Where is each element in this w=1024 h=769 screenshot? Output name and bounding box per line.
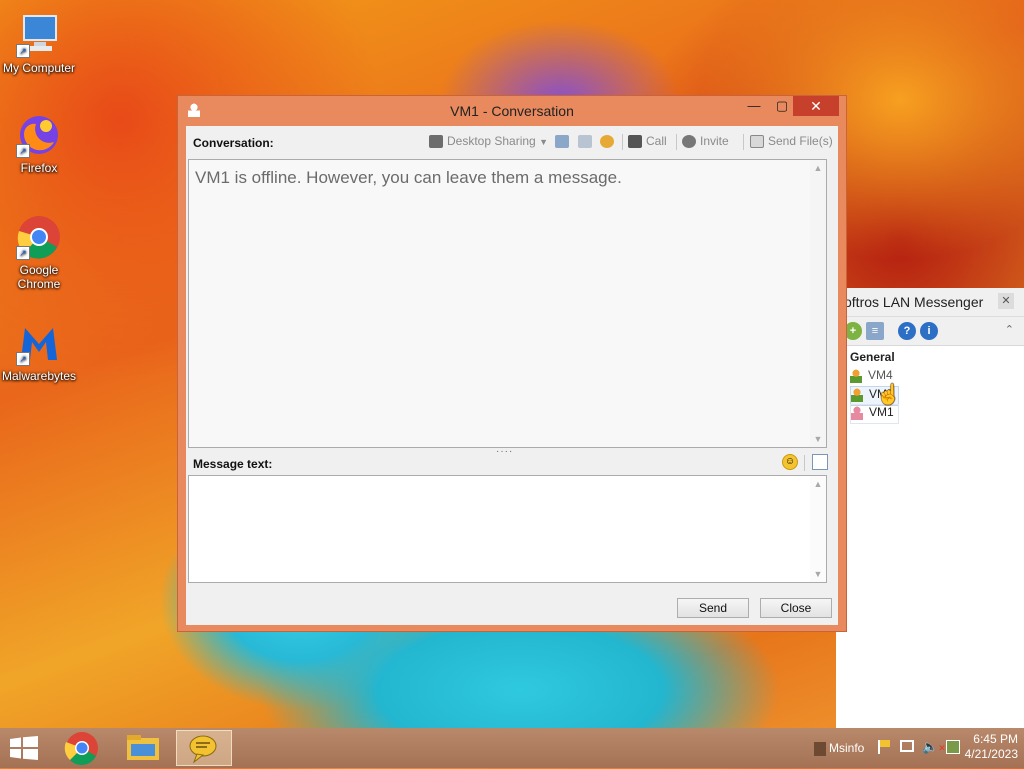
desktop-sharing-icon bbox=[429, 135, 443, 149]
lan-toolbar: + ≡ ? i ⌃ bbox=[836, 317, 1024, 346]
group-general[interactable]: General bbox=[850, 350, 895, 364]
message-input[interactable]: ▲ ▼ bbox=[188, 475, 827, 583]
clock[interactable]: 6:45 PM 4/21/2023 bbox=[952, 732, 1018, 762]
lan-messenger-window: oftros LAN Messenger ✕ + ≡ ? i ⌃ General… bbox=[836, 288, 1024, 728]
font-settings-button[interactable] bbox=[812, 454, 828, 470]
history-button[interactable] bbox=[555, 132, 573, 150]
history-icon[interactable]: ≡ bbox=[866, 322, 884, 340]
taskbar: Msinfo 🔈✕ 6:45 PM 4/21/2023 bbox=[0, 728, 1024, 768]
computer-icon: ↗ bbox=[16, 12, 62, 58]
windows-icon bbox=[10, 736, 38, 760]
desktop-icon-my-computer[interactable]: ↗ My Computer bbox=[1, 12, 77, 75]
clock-date: 4/21/2023 bbox=[964, 747, 1018, 761]
toolbar-separator bbox=[622, 134, 623, 150]
volume-muted-icon[interactable]: 🔈✕ bbox=[922, 739, 946, 755]
maximize-button[interactable]: ▢ bbox=[768, 96, 796, 116]
close-dialog-button[interactable]: Close bbox=[760, 598, 832, 618]
scroll-down-icon[interactable]: ▼ bbox=[810, 431, 826, 447]
taskbar-file-explorer[interactable] bbox=[117, 730, 169, 766]
conversation-window: VM1 - Conversation — ▢ ✕ Conversation: D… bbox=[177, 95, 847, 632]
conversation-log[interactable]: VM1 is offline. However, you can leave t… bbox=[188, 159, 827, 448]
gear-icon bbox=[600, 135, 614, 149]
scroll-down-icon[interactable]: ▼ bbox=[810, 566, 826, 582]
invite-button[interactable]: Invite bbox=[682, 132, 729, 150]
contact-name: VM1 bbox=[869, 405, 894, 419]
conversation-body: Conversation: Desktop Sharing ▼ Call Inv… bbox=[186, 126, 838, 625]
network-icon[interactable] bbox=[900, 740, 914, 752]
splitter-handle[interactable]: ···· bbox=[496, 446, 513, 457]
chrome-icon bbox=[64, 732, 98, 765]
offline-notice: VM1 is offline. However, you can leave t… bbox=[195, 168, 622, 187]
info-button[interactable] bbox=[578, 132, 596, 150]
toolbar-separator bbox=[804, 455, 805, 471]
desktop-icon-label: Google Chrome bbox=[17, 263, 61, 291]
flag-icon[interactable] bbox=[878, 740, 892, 754]
chevron-down-icon: ▼ bbox=[539, 137, 548, 147]
info-document-icon bbox=[578, 135, 592, 149]
conversation-label: Conversation: bbox=[193, 136, 274, 150]
malwarebytes-icon: ↗ bbox=[16, 320, 62, 366]
message-text-label: Message text: bbox=[193, 457, 273, 471]
message-scrollbar[interactable]: ▲ ▼ bbox=[810, 476, 826, 582]
mouse-cursor-icon: ☝ bbox=[876, 384, 901, 406]
user-online-icon bbox=[851, 387, 863, 402]
folder-icon bbox=[127, 735, 159, 760]
conversation-titlebar[interactable]: VM1 - Conversation — ▢ ✕ bbox=[178, 96, 846, 124]
desktop-icon-label: Firefox bbox=[20, 161, 58, 175]
call-button[interactable]: Call bbox=[628, 132, 667, 150]
send-files-button[interactable]: Send File(s) bbox=[750, 132, 833, 150]
desktop-sharing-button[interactable]: Desktop Sharing ▼ bbox=[429, 132, 548, 150]
desktop-icon-label: Malwarebytes bbox=[1, 369, 77, 383]
collapse-icon[interactable]: ⌃ bbox=[1005, 323, 1014, 336]
taskbar-chrome[interactable] bbox=[56, 730, 108, 766]
user-offline-icon bbox=[851, 405, 863, 420]
start-button[interactable] bbox=[10, 736, 38, 760]
msinfo-tray-button[interactable]: Msinfo bbox=[814, 739, 874, 757]
system-tray: Msinfo 🔈✕ 6:45 PM 4/21/2023 bbox=[812, 728, 1024, 768]
emoticon-button[interactable]: ☺ bbox=[782, 454, 798, 470]
desktop-icon-label: My Computer bbox=[2, 61, 76, 75]
contact-name: VM4 bbox=[868, 368, 893, 382]
desktop-icon-firefox[interactable]: ↗ Firefox bbox=[1, 112, 77, 175]
msinfo-icon bbox=[814, 741, 826, 756]
scroll-up-icon[interactable]: ▲ bbox=[810, 160, 826, 176]
chat-bubble-icon bbox=[189, 735, 217, 764]
toolbar-separator bbox=[676, 134, 677, 150]
help-icon[interactable]: ? bbox=[898, 322, 916, 340]
firefox-icon: ↗ bbox=[16, 112, 62, 158]
info-icon[interactable]: i bbox=[920, 322, 938, 340]
camera-icon bbox=[628, 135, 642, 149]
send-button[interactable]: Send bbox=[677, 598, 749, 618]
clock-time: 6:45 PM bbox=[973, 732, 1018, 746]
lan-titlebar: oftros LAN Messenger ✕ bbox=[836, 288, 1024, 317]
settings-button[interactable] bbox=[600, 132, 618, 150]
close-icon[interactable]: ✕ bbox=[998, 293, 1014, 309]
chrome-icon: ↗ bbox=[16, 214, 62, 260]
taskbar-lan-messenger[interactable] bbox=[176, 730, 232, 766]
conversation-scrollbar[interactable]: ▲ ▼ bbox=[810, 160, 826, 447]
contact-vm1[interactable]: VM1 bbox=[850, 404, 899, 424]
invite-users-icon bbox=[682, 135, 696, 149]
history-icon bbox=[555, 135, 569, 149]
close-button[interactable]: ✕ bbox=[793, 96, 839, 116]
minimize-button[interactable]: — bbox=[740, 96, 768, 116]
send-file-icon bbox=[750, 135, 764, 149]
scroll-up-icon[interactable]: ▲ bbox=[810, 476, 826, 492]
desktop-icon-chrome[interactable]: ↗ Google Chrome bbox=[1, 214, 77, 291]
desktop-icon-malwarebytes[interactable]: ↗ Malwarebytes bbox=[1, 320, 77, 383]
user-online-icon bbox=[850, 368, 862, 383]
toolbar-separator bbox=[743, 134, 744, 150]
lan-window-title: oftros LAN Messenger bbox=[844, 294, 984, 310]
